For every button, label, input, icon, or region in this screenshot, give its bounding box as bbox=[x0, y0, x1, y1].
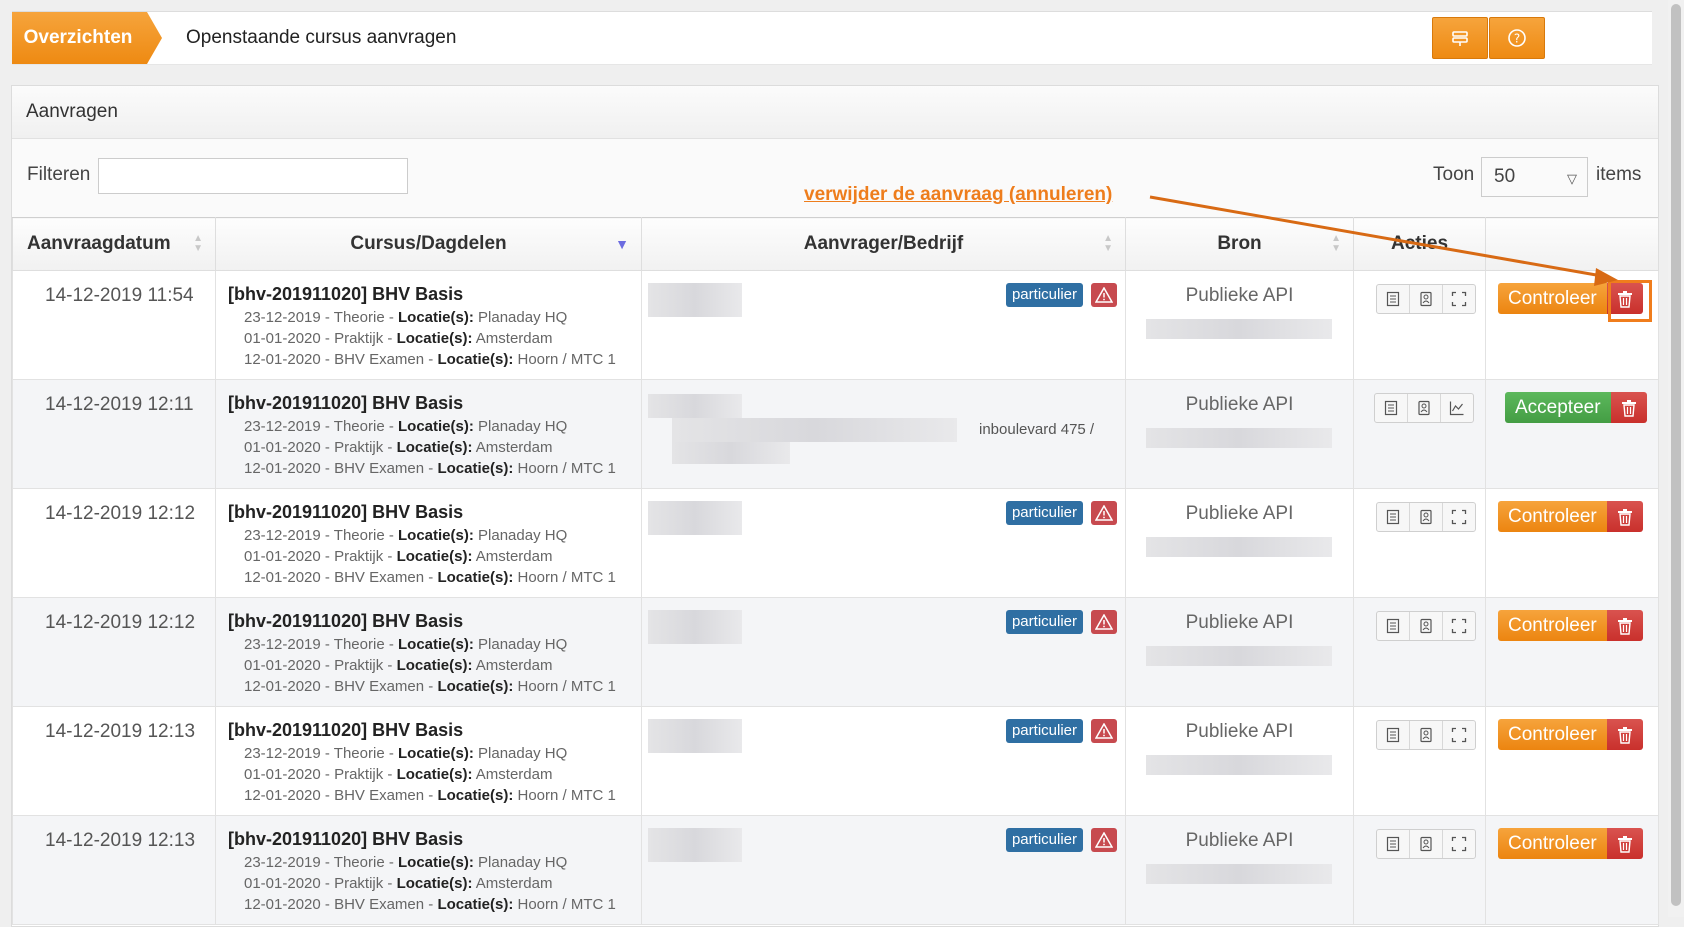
annotation-arrow bbox=[1149, 195, 1618, 286]
scrollbar[interactable] bbox=[1668, 0, 1684, 917]
scrollbar-thumb[interactable] bbox=[1671, 4, 1681, 906]
